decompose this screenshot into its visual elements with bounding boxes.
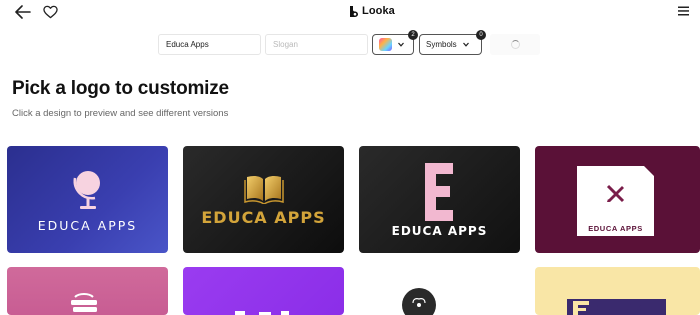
logo-card[interactable]: EDUCA APPS [183, 146, 344, 253]
color-palette-icon [379, 38, 392, 51]
hamburger-menu-icon[interactable] [678, 6, 689, 16]
chevron-down-icon [398, 42, 404, 47]
logo-paper-frame: EDUCA APPS [577, 165, 655, 236]
pencil-ruler-icon [606, 184, 625, 203]
logo-card[interactable]: EDUCA APPS [7, 146, 168, 253]
book-stack-icon [71, 293, 97, 312]
spinner-icon [510, 40, 520, 49]
letter-e-mark [425, 163, 453, 221]
colors-button[interactable]: 2 [372, 30, 418, 55]
symbols-count-badge: 0 [476, 30, 486, 40]
logo-wordmark: EDUCA APPS [391, 224, 488, 238]
loading-indicator [490, 34, 540, 55]
page-subtitle: Click a design to preview and see differ… [12, 108, 229, 119]
page-title: Pick a logo to customize [12, 78, 229, 99]
logo-card[interactable] [7, 267, 168, 315]
logo-partial-mark [235, 311, 289, 315]
open-book-icon [244, 175, 284, 204]
slogan-input[interactable]: Slogan [265, 34, 368, 55]
logo-card[interactable] [183, 267, 344, 315]
top-nav: Looka [0, 0, 700, 26]
company-name-input[interactable]: Educa Apps [158, 34, 261, 55]
logo-card[interactable]: EDUCA APPS [359, 146, 520, 253]
symbols-label: Symbols [426, 40, 457, 49]
symbols-button[interactable]: Symbols 0 [419, 30, 486, 55]
slogan-placeholder: Slogan [273, 40, 298, 49]
brain-badge-icon [402, 288, 436, 315]
globe-icon [73, 171, 100, 209]
colors-count-badge: 2 [408, 30, 418, 40]
logo-wordmark: EDUCA APPS [201, 208, 326, 227]
logo-wordmark: EDUCA [595, 303, 646, 314]
brand-name: Looka [362, 5, 395, 17]
logo-card[interactable]: EDUCA [535, 267, 700, 315]
logo-card[interactable] [359, 267, 520, 315]
brand-logo[interactable]: Looka [349, 5, 395, 17]
heart-icon[interactable] [43, 5, 58, 19]
chevron-down-icon [462, 42, 469, 47]
logo-wordmark: EDUCA APPS [588, 224, 643, 233]
letter-e-mark [573, 301, 589, 315]
company-name-value: Educa Apps [166, 40, 209, 49]
page-fold [643, 165, 655, 177]
looka-mark-icon [350, 5, 358, 17]
logo-card[interactable]: EDUCA APPS [535, 146, 700, 253]
arrow-left-icon[interactable] [15, 5, 31, 19]
logo-wordmark: EDUCA APPS [37, 218, 138, 233]
